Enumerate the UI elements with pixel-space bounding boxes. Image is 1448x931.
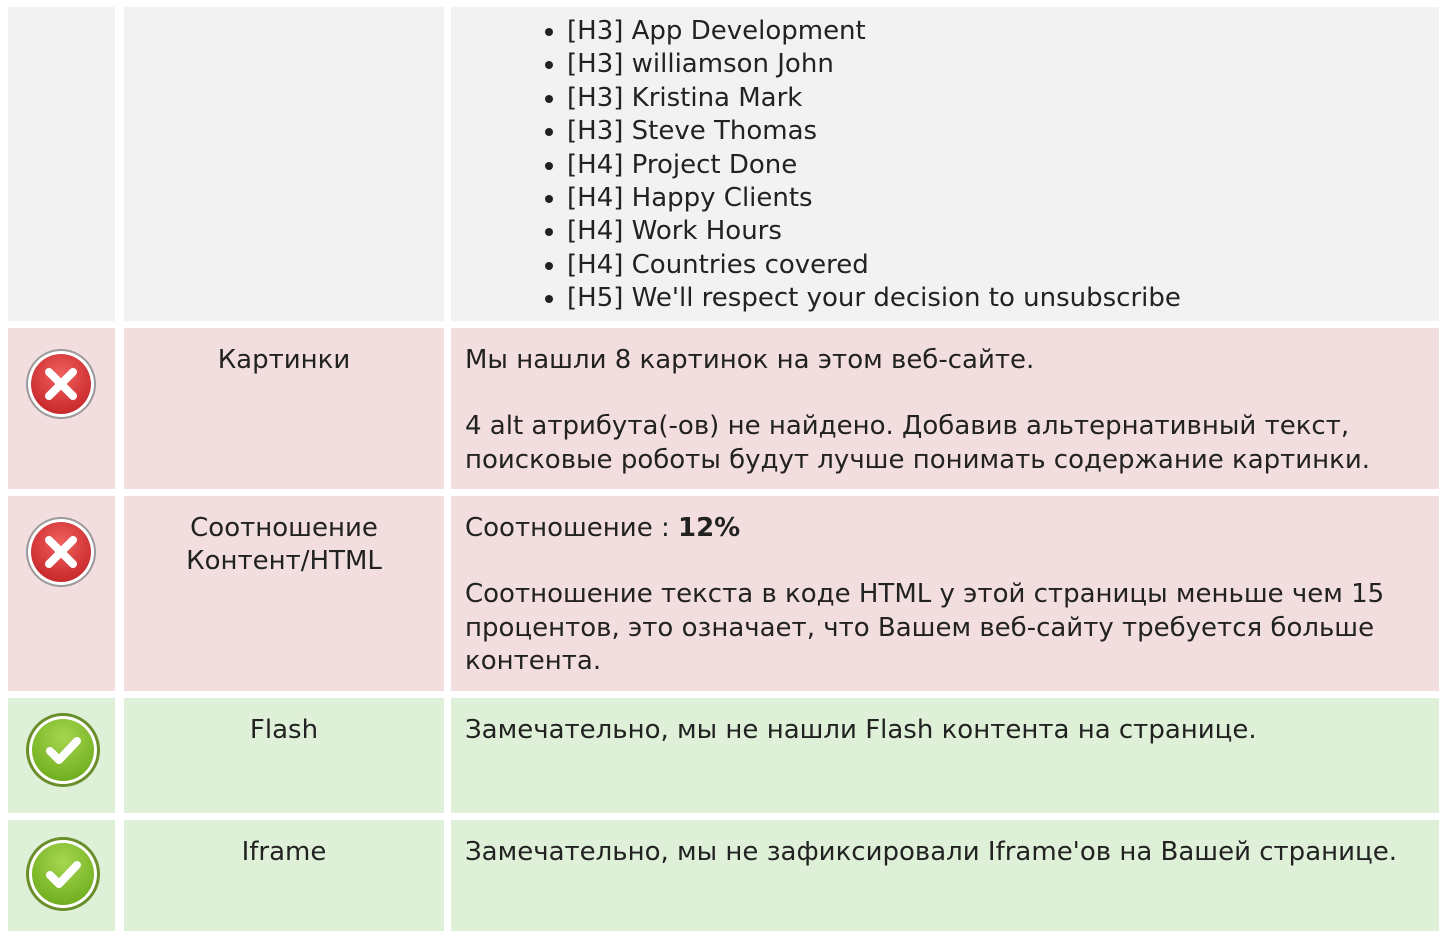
check-name: Iframe: [241, 837, 327, 867]
check-description-cell: Соотношение : 12% Соотношение текста в к…: [451, 496, 1439, 691]
check-description: Замечательно, мы не нашли Flash контента…: [465, 714, 1429, 747]
heading-item: [H3] App Development: [545, 15, 1181, 48]
headings-list: [H3] App Development [H3] williamson Joh…: [545, 15, 1181, 316]
check-description: Замечательно, мы не зафиксировали Iframe…: [465, 836, 1429, 869]
error-x-icon: [24, 515, 98, 589]
heading-item: [H3] williamson John: [545, 48, 1181, 81]
heading-item: [H4] Work Hours: [545, 215, 1181, 248]
check-name-cell: Iframe: [124, 820, 444, 931]
check-name: Картинки: [217, 345, 351, 375]
check-description-cell: Замечательно, мы не зафиксировали Iframe…: [451, 820, 1439, 931]
status-cell: [8, 698, 115, 813]
check-name: Flash: [249, 715, 319, 745]
heading-item: [H4] Happy Clients: [545, 182, 1181, 215]
text-html-ratio-check-row: Соотношение Контент/HTML Соотношение : 1…: [8, 496, 1439, 691]
heading-item: [H3] Steve Thomas: [545, 115, 1181, 148]
check-description-cell: Мы нашли 8 картинок на этом веб-сайте. 4…: [451, 328, 1439, 489]
check-description: Мы нашли 8 картинок на этом веб-сайте. 4…: [465, 344, 1429, 477]
ratio-line: Соотношение : 12%: [465, 512, 1429, 545]
description-line: Замечательно, мы не нашли Flash контента…: [465, 715, 1257, 745]
check-description: Соотношение : 12% Соотношение текста в к…: [465, 512, 1429, 679]
description-line: Соотношение текста в коде HTML у этой ст…: [465, 579, 1385, 677]
success-check-icon: [24, 835, 100, 911]
description-line: Замечательно, мы не зафиксировали Iframe…: [465, 837, 1397, 867]
iframe-check-row: Iframe Замечательно, мы не зафиксировали…: [8, 820, 1439, 931]
check-name-cell: Flash: [124, 698, 444, 813]
check-description-cell: [H3] App Development [H3] williamson Joh…: [451, 7, 1439, 321]
heading-item: [H3] Kristina Mark: [545, 82, 1181, 115]
headings-row: [H3] App Development [H3] williamson Joh…: [8, 7, 1439, 321]
check-description-cell: Замечательно, мы не нашли Flash контента…: [451, 698, 1439, 813]
check-name-line: Контент/HTML: [186, 546, 382, 576]
check-name-cell: [124, 7, 444, 321]
flash-check-row: Flash Замечательно, мы не нашли Flash ко…: [8, 698, 1439, 813]
ratio-value: 12%: [678, 513, 741, 543]
status-cell: [8, 820, 115, 931]
ratio-label: Соотношение :: [465, 513, 678, 543]
check-name-line: Соотношение: [190, 513, 378, 543]
heading-item: [H4] Countries covered: [545, 249, 1181, 282]
error-x-icon: [24, 347, 98, 421]
success-check-icon: [24, 711, 100, 787]
check-name: Соотношение Контент/HTML: [124, 512, 444, 578]
check-name-cell: Картинки: [124, 328, 444, 489]
check-name-cell: Соотношение Контент/HTML: [124, 496, 444, 691]
description-line: 4 alt атрибута(-ов) не найдено. Добавив …: [465, 411, 1371, 475]
status-cell: [8, 328, 115, 489]
status-cell: [8, 496, 115, 691]
heading-item: [H4] Project Done: [545, 149, 1181, 182]
description-line: Мы нашли 8 картинок на этом веб-сайте.: [465, 345, 1035, 375]
heading-item: [H5] We'll respect your decision to unsu…: [545, 282, 1181, 315]
status-cell: [8, 7, 115, 321]
images-check-row: Картинки Мы нашли 8 картинок на этом веб…: [8, 328, 1439, 489]
